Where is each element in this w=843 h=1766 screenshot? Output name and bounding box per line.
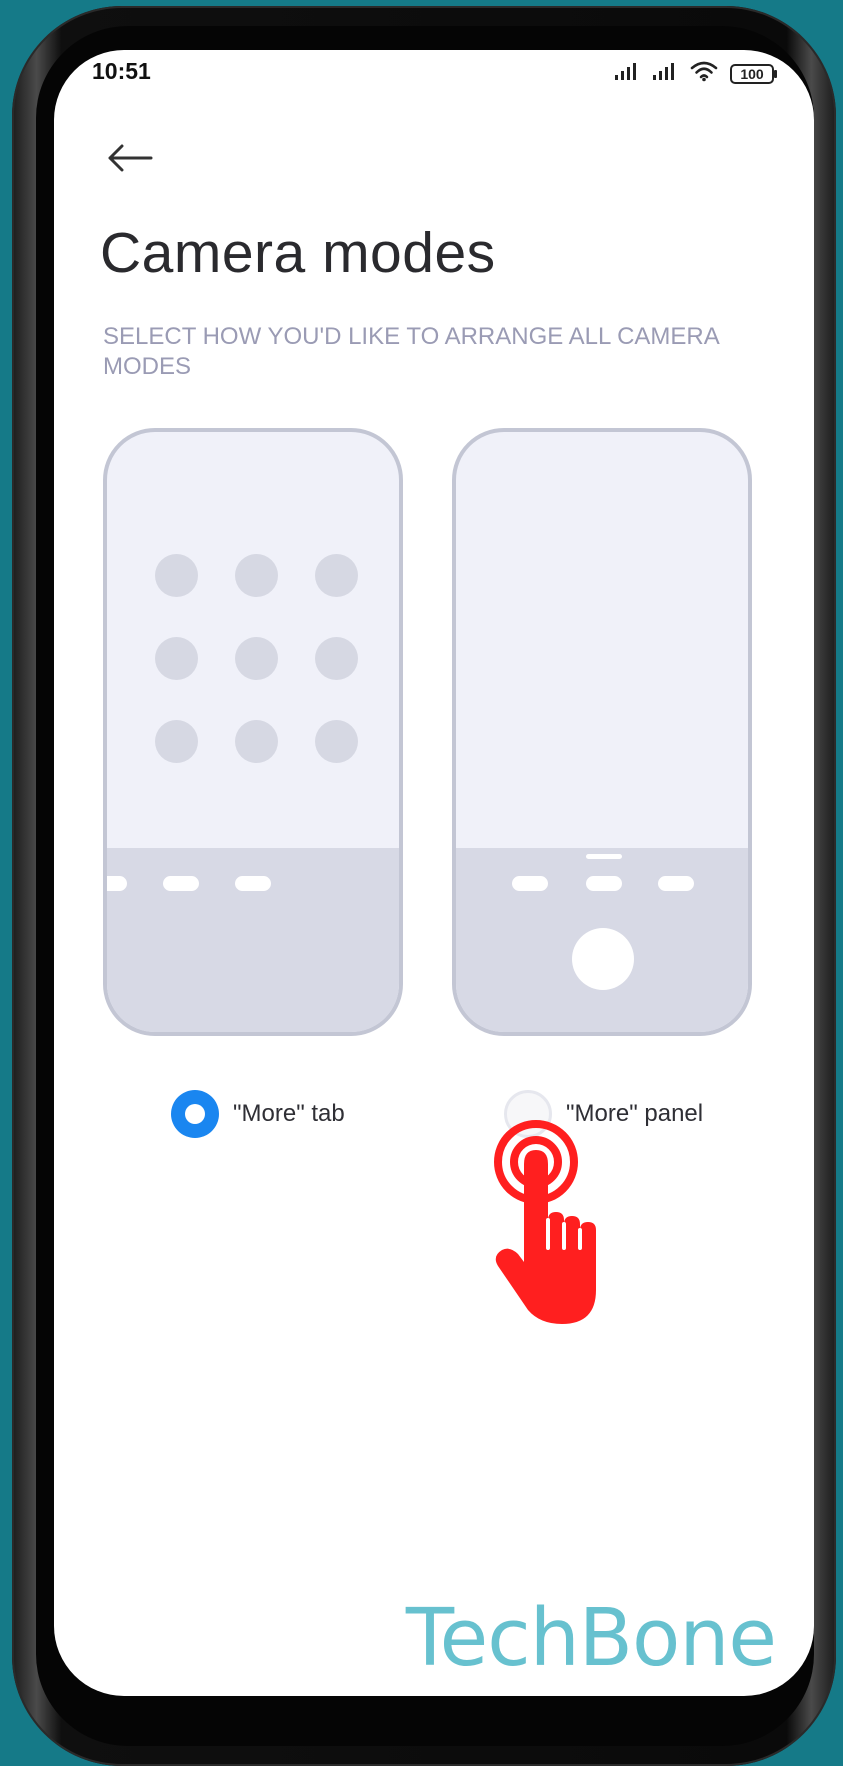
pointing-hand-icon	[494, 1120, 634, 1335]
mode-dot	[235, 554, 278, 597]
wifi-icon	[690, 60, 718, 87]
more-tab-preview[interactable]	[103, 428, 403, 1036]
phone-screen: 10:51 100 Camera modes SELECT HOW YOU'D …	[54, 50, 814, 1696]
preview-bottom-bar	[456, 848, 748, 1032]
mode-pill	[163, 876, 199, 891]
battery-icon: 100	[730, 63, 778, 85]
signal-icon	[652, 61, 678, 86]
mode-pill	[658, 876, 694, 891]
mode-dot	[155, 554, 198, 597]
signal-icon	[614, 61, 640, 86]
mode-pill	[586, 876, 622, 891]
page-title: Camera modes	[100, 221, 496, 285]
mode-dot	[235, 720, 278, 763]
radio-more-tab[interactable]	[171, 1090, 219, 1138]
section-hint: SELECT HOW YOU'D LIKE TO ARRANGE ALL CAM…	[103, 323, 719, 380]
mode-pill	[512, 876, 548, 891]
status-icons: 100	[614, 60, 778, 87]
status-time: 10:51	[92, 58, 151, 84]
back-button[interactable]	[102, 130, 158, 186]
mode-dot	[315, 637, 358, 680]
mode-dot	[315, 554, 358, 597]
mode-pill	[107, 876, 127, 891]
mode-dot	[235, 637, 278, 680]
battery-level: 100	[740, 65, 764, 82]
more-panel-preview[interactable]	[452, 428, 752, 1036]
watermark-logo: TechBone	[405, 1592, 777, 1684]
option-more-tab-label: "More" tab	[233, 1100, 345, 1127]
arrow-left-icon	[108, 144, 153, 172]
mode-pill	[235, 876, 271, 891]
mode-dot	[155, 637, 198, 680]
preview-bottom-bar	[107, 848, 399, 1032]
shutter-button-preview	[572, 928, 634, 990]
option-more-tab[interactable]: "More" tab	[171, 1090, 345, 1138]
panel-handle	[586, 854, 622, 859]
mode-dot	[155, 720, 198, 763]
status-bar: 10:51 100	[54, 50, 814, 100]
mode-dot	[315, 720, 358, 763]
